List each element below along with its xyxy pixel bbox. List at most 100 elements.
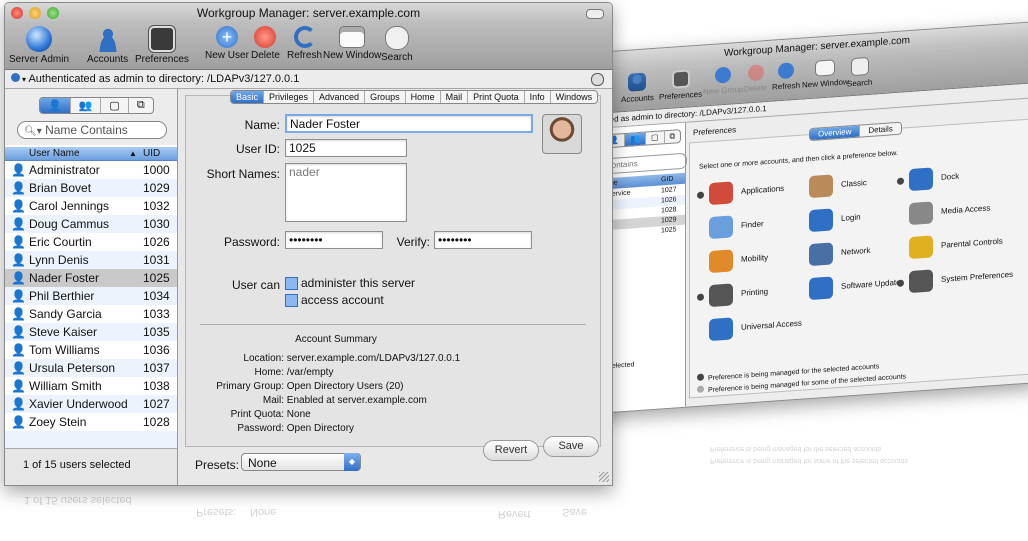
table-row[interactable]: 👤 Sandy Garcia 1033 (5, 305, 177, 323)
tab-details[interactable]: Details (860, 123, 900, 137)
new-user-button[interactable]: + New User (205, 26, 249, 61)
user-type-icon[interactable]: 👤 (40, 98, 71, 113)
pref-label: System Preferences (941, 269, 1014, 284)
tab-privileges[interactable]: Privileges (264, 91, 315, 103)
table-row[interactable]: 👤 Tom Williams 1036 (5, 341, 177, 359)
user-uid: 1025 (143, 271, 170, 285)
record-type-selector[interactable]: 👤 👥 ▢ ⧉ (39, 97, 154, 114)
toolbar-toggle-button[interactable] (586, 9, 604, 19)
refresh-icon (293, 26, 316, 48)
access-account-checkbox[interactable]: access account (285, 293, 384, 308)
tab-print-quota[interactable]: Print Quota (468, 91, 525, 103)
new-window-button[interactable]: New Window (323, 26, 381, 61)
tab-advanced[interactable]: Advanced (314, 91, 366, 103)
tab-mail[interactable]: Mail (441, 91, 469, 103)
back-refresh-button[interactable]: Refresh (772, 62, 800, 93)
chevron-down-icon[interactable]: ▾ (22, 75, 26, 84)
presets-popup[interactable]: None ◆ (241, 453, 361, 471)
back-accounts-button[interactable]: Accounts (621, 72, 654, 105)
table-row[interactable]: 👤 Administrator 1000 (5, 161, 177, 179)
account-tabs[interactable]: Basic Privileges Advanced Groups Home Mail Pri… (230, 90, 599, 104)
computer-group-type-icon[interactable]: ⧉ (129, 98, 153, 113)
short-names-list[interactable]: nader (285, 163, 407, 222)
user-id-field[interactable]: 1025 (285, 139, 407, 157)
software-update-icon (809, 276, 833, 301)
computer-group-type-icon[interactable]: ⧉ (665, 130, 681, 143)
user-name: Doug Cammus (29, 217, 110, 231)
table-row[interactable]: 👤 Doug Cammus 1030 (5, 215, 177, 233)
back-record-type-selector[interactable]: 👤 👥 ▢ ⧉ (603, 129, 682, 149)
verify-field[interactable]: •••••••• (434, 231, 532, 249)
short-name-value[interactable]: nader (289, 165, 320, 179)
accounts-button[interactable]: Accounts (87, 26, 128, 65)
user-icon: 👤 (11, 289, 26, 303)
tab-groups[interactable]: Groups (365, 91, 406, 103)
preferences-button[interactable]: Preferences (135, 25, 189, 65)
name-field[interactable]: Nader Foster (285, 114, 533, 133)
tab-home[interactable]: Home (406, 91, 441, 103)
table-row[interactable]: 👤 Ursula Peterson 1037 (5, 359, 177, 377)
table-row[interactable]: 👤 Lynn Denis 1031 (5, 251, 177, 269)
zoom-button[interactable] (47, 7, 59, 19)
tab-info[interactable]: Info (525, 91, 551, 103)
summary-password: Password: Open Directory (237, 423, 355, 434)
back-preferences-button[interactable]: Preferences (659, 69, 702, 103)
administer-checkbox[interactable]: administer this server (285, 276, 415, 291)
table-row[interactable]: 👤 Xavier Underwood 1027 (5, 395, 177, 413)
table-row[interactable]: 👤 William Smith 1038 (5, 377, 177, 395)
close-button[interactable] (11, 7, 23, 19)
sort-asc-icon: ▲ (129, 149, 137, 158)
user-icon: 👤 (11, 415, 26, 429)
user-icon: 👤 (11, 253, 26, 267)
search-icon (850, 56, 869, 77)
refresh-button[interactable]: Refresh (287, 26, 322, 61)
back-new-group-button[interactable]: New Group (703, 66, 743, 98)
group-type-icon[interactable]: 👥 (624, 132, 646, 146)
back-search-button[interactable]: Search (847, 56, 872, 90)
user-icon: 👤 (11, 181, 26, 195)
table-row[interactable]: 👤 Steve Kaiser 1035 (5, 323, 177, 341)
user-icon: 👤 (11, 343, 26, 357)
search-input[interactable]: 🔍︎▾ Name Contains (17, 121, 167, 139)
popup-arrows-icon: ◆ (344, 453, 360, 471)
column-header-name[interactable]: User Name (29, 147, 80, 160)
save-button[interactable]: Save (543, 436, 599, 457)
table-row[interactable]: 👤 Nader Foster 1025 (5, 269, 177, 287)
table-row[interactable]: 👤 Phil Berthier 1034 (5, 287, 177, 305)
delete-button[interactable]: Delete (251, 26, 280, 61)
table-row[interactable]: 👤 Carol Jennings 1032 (5, 197, 177, 215)
user-column-header[interactable]: User Name ▲ UID (5, 147, 177, 161)
search-icon (384, 26, 409, 50)
empty-row (5, 431, 177, 449)
tab-overview[interactable]: Overview (810, 125, 861, 141)
computer-type-icon[interactable]: ▢ (101, 98, 129, 113)
user-name: Nader Foster (29, 271, 100, 285)
group-type-icon[interactable]: 👥 (71, 98, 102, 113)
table-row[interactable]: 👤 Zoey Stein 1028 (5, 413, 177, 431)
summary-title: Account Summary (295, 334, 377, 345)
tab-windows[interactable]: Windows (551, 91, 598, 103)
directory-globe-icon[interactable] (11, 73, 20, 82)
computer-type-icon[interactable]: ▢ (645, 131, 665, 145)
password-field[interactable]: •••••••• (285, 231, 383, 249)
delete-icon (747, 64, 764, 82)
minimize-button[interactable] (29, 7, 41, 19)
resize-grip-icon[interactable] (599, 472, 609, 482)
user-photo[interactable] (542, 114, 582, 154)
search-button[interactable]: Search (381, 26, 413, 63)
group-gid: 1025 (661, 226, 677, 235)
tab-basic[interactable]: Basic (231, 91, 265, 103)
user-icon: 👤 (11, 163, 26, 177)
accounts-icon (628, 72, 647, 92)
server-admin-button[interactable]: Server Admin (9, 26, 69, 65)
table-row[interactable]: 👤 Eric Courtin 1026 (5, 233, 177, 251)
back-delete-button[interactable]: Delete (744, 64, 767, 95)
mobility-icon (709, 249, 733, 274)
user-name: Eric Courtin (29, 235, 92, 249)
lock-icon[interactable] (591, 73, 604, 86)
back-new-window-button[interactable]: New Window (802, 58, 849, 90)
revert-button[interactable]: Revert (483, 440, 539, 461)
column-header-uid[interactable]: UID (143, 147, 160, 160)
table-row[interactable]: 👤 Brian Bovet 1029 (5, 179, 177, 197)
user-name: Tom Williams (29, 343, 100, 357)
